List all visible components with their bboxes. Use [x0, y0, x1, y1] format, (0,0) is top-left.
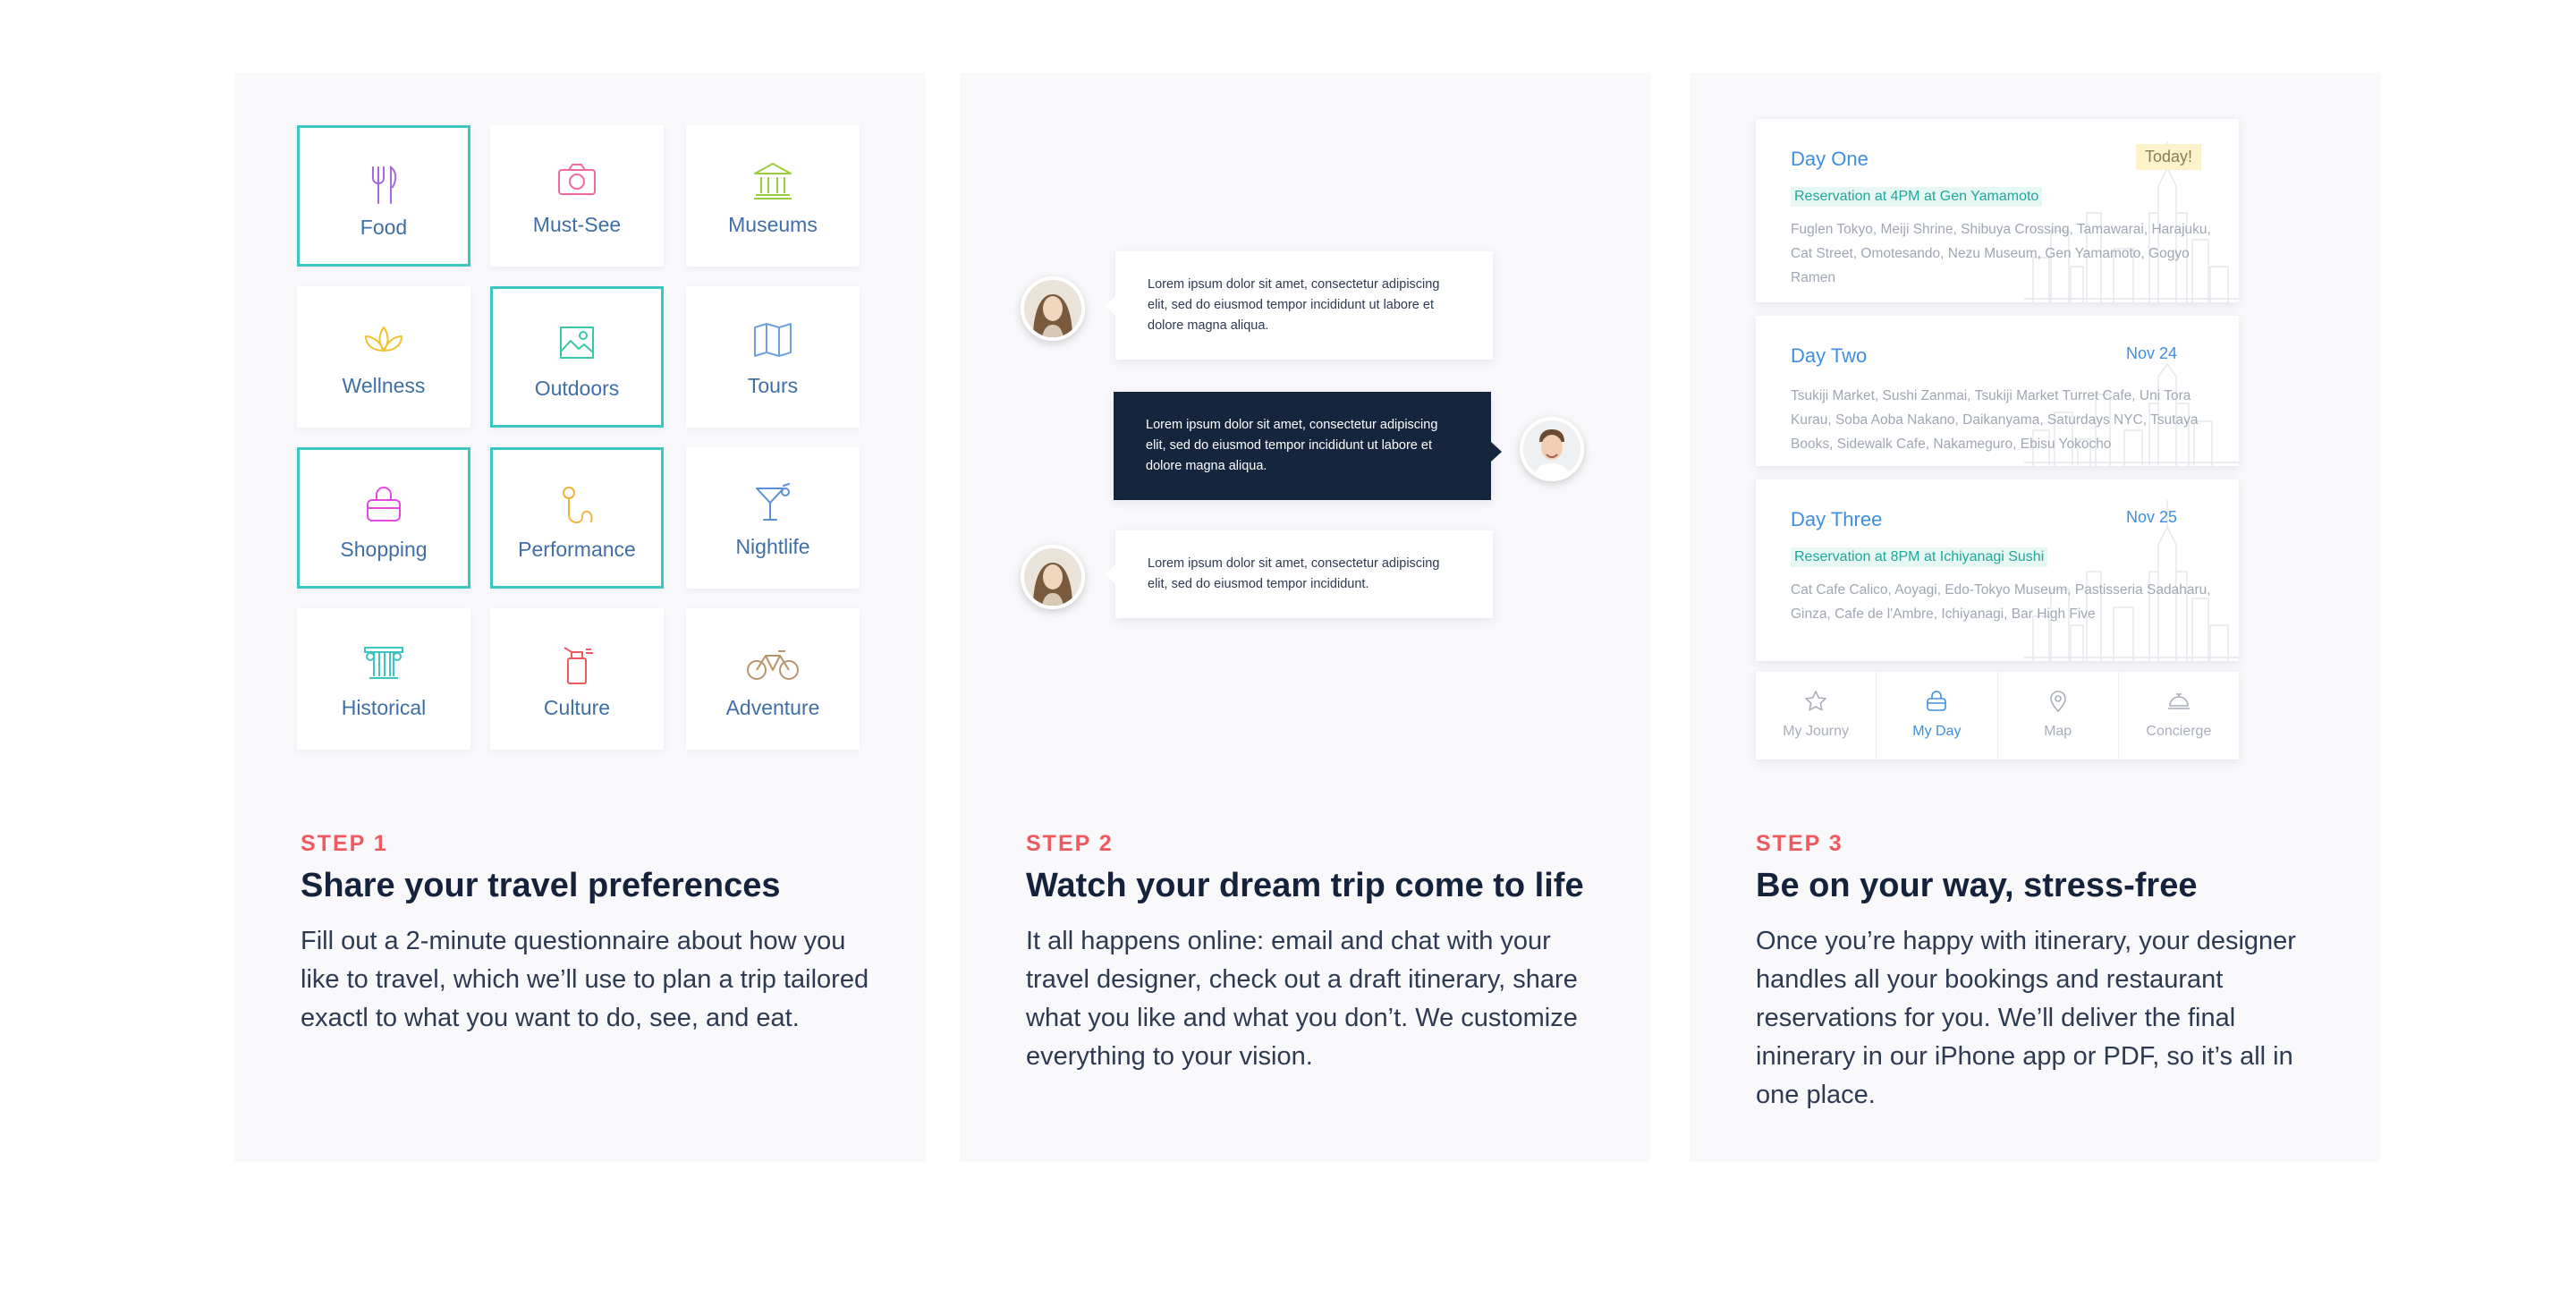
bubble-tail [1105, 296, 1115, 316]
bicycle-icon [686, 644, 860, 687]
category-tile-historical[interactable]: Historical [297, 608, 470, 750]
category-label: Must-See [532, 213, 622, 236]
day-title: Day Three [1791, 508, 1883, 530]
category-label: Nightlife [735, 535, 810, 558]
microphone-icon [493, 486, 661, 529]
designer-avatar [1520, 417, 1584, 481]
spray-can-icon [490, 644, 664, 687]
category-label: Wellness [342, 374, 426, 397]
category-tile-shopping[interactable]: Shopping [297, 447, 470, 589]
tab-label: My Day [1912, 724, 1962, 739]
today-badge: Today! [2135, 144, 2201, 170]
tab-label: Concierge [2146, 724, 2212, 739]
day-date: Nov 24 [2125, 344, 2177, 362]
bubble-tail [1105, 564, 1115, 584]
star-icon [1756, 690, 1876, 715]
day-places: Cat Cafe Calico, Aoyagi, Edo-Tokyo Museu… [1791, 582, 2211, 622]
handbag-icon [300, 486, 468, 529]
landscape-icon [493, 325, 661, 368]
category-label: Culture [543, 696, 611, 719]
step-2-panel: Lorem ipsum dolor sit amet, consectetur … [960, 72, 1651, 1162]
traveler-avatar [1021, 545, 1085, 609]
step-title: Watch your dream trip come to life [1026, 867, 1584, 904]
tab-my-journy[interactable]: My Journy [1756, 672, 1877, 759]
category-tile-nightlife[interactable]: Nightlife [686, 447, 860, 589]
chat-bubble-incoming: Lorem ipsum dolor sit amet, consectetur … [1105, 530, 1493, 618]
step-3-panel: Day One Today! Reservation at 4PM at Gen… [1690, 72, 2381, 1162]
service-bell-icon [2119, 690, 2239, 715]
tab-concierge[interactable]: Concierge [2119, 672, 2239, 759]
category-tile-adventure[interactable]: Adventure [686, 608, 860, 750]
step-description: Once you’re happy with itinerary, your d… [1756, 927, 2296, 1109]
category-tile-must-see[interactable]: Must-See [490, 125, 664, 267]
app-tab-bar: My Journy My Day Map Concierge [1756, 672, 2239, 759]
museum-icon [686, 161, 860, 204]
category-tile-performance[interactable]: Performance [490, 447, 664, 589]
day-card[interactable]: Day One Today! Reservation at 4PM at Gen… [1756, 119, 2239, 302]
category-label: Performance [518, 538, 636, 561]
category-label: Museums [728, 213, 818, 236]
tab-label: Map [2044, 724, 2072, 739]
day-card[interactable]: Day Two Nov 24 Tsukiji Market, Sushi Zan… [1756, 316, 2239, 466]
category-label: Tours [747, 374, 799, 397]
category-tile-wellness[interactable]: Wellness [297, 286, 470, 428]
chat-message-text: Lorem ipsum dolor sit amet, consectetur … [1146, 418, 1438, 473]
day-places: Fuglen Tokyo, Meiji Shrine, Shibuya Cros… [1791, 222, 2211, 285]
category-tile-museums[interactable]: Museums [686, 125, 860, 267]
step-1-panel: Food Must-See Museums Wellness Outdoors … [234, 72, 926, 1162]
camera-icon [490, 161, 664, 204]
fork-knife-icon [300, 164, 468, 207]
bubble-tail [1491, 442, 1502, 462]
reservation-tag: Reservation at 8PM at Ichiyanagi Sushi [1791, 547, 2048, 567]
category-label: Food [360, 216, 408, 239]
cocktail-icon [686, 483, 860, 526]
tab-map[interactable]: Map [1998, 672, 2119, 759]
category-tile-tours[interactable]: Tours [686, 286, 860, 428]
step-label: STEP 2 [1026, 831, 1114, 856]
lotus-icon [297, 322, 470, 365]
day-places: Tsukiji Market, Sushi Zanmai, Tsukiji Ma… [1791, 388, 2199, 452]
step-label: STEP 1 [301, 831, 388, 856]
traveler-avatar [1021, 276, 1085, 341]
category-label: Shopping [340, 538, 428, 561]
bag-icon [1877, 690, 1996, 715]
tab-my-day[interactable]: My Day [1877, 672, 1998, 759]
day-date: Nov 25 [2125, 508, 2177, 526]
step-label: STEP 3 [1756, 831, 1843, 856]
step-title: Share your travel preferences [301, 867, 781, 904]
category-tile-culture[interactable]: Culture [490, 608, 664, 750]
chat-message-text: Lorem ipsum dolor sit amet, consectetur … [1148, 277, 1440, 333]
category-label: Adventure [725, 696, 820, 719]
category-tile-food[interactable]: Food [297, 125, 470, 267]
map-icon [686, 322, 860, 365]
step-description: Fill out a 2-minute questionnaire about … [301, 927, 869, 1032]
step-description: It all happens online: email and chat wi… [1026, 927, 1578, 1071]
day-title: Day Two [1791, 344, 1868, 367]
chat-bubble-incoming: Lorem ipsum dolor sit amet, consectetur … [1105, 251, 1493, 360]
category-tile-outdoors[interactable]: Outdoors [490, 286, 664, 428]
step-title: Be on your way, stress-free [1756, 867, 2198, 904]
map-pin-icon [1998, 690, 2118, 715]
column-icon [297, 644, 470, 687]
day-card[interactable]: Day Three Nov 25 Reservation at 8PM at I… [1756, 479, 2239, 661]
category-label: Outdoors [534, 377, 620, 400]
chat-message-text: Lorem ipsum dolor sit amet, consectetur … [1148, 556, 1440, 591]
day-title: Day One [1791, 148, 1868, 170]
tab-label: My Journy [1783, 724, 1850, 739]
chat-bubble-outgoing: Lorem ipsum dolor sit amet, consectetur … [1114, 392, 1502, 500]
category-label: Historical [341, 696, 427, 719]
reservation-tag: Reservation at 4PM at Gen Yamamoto [1791, 187, 2043, 207]
